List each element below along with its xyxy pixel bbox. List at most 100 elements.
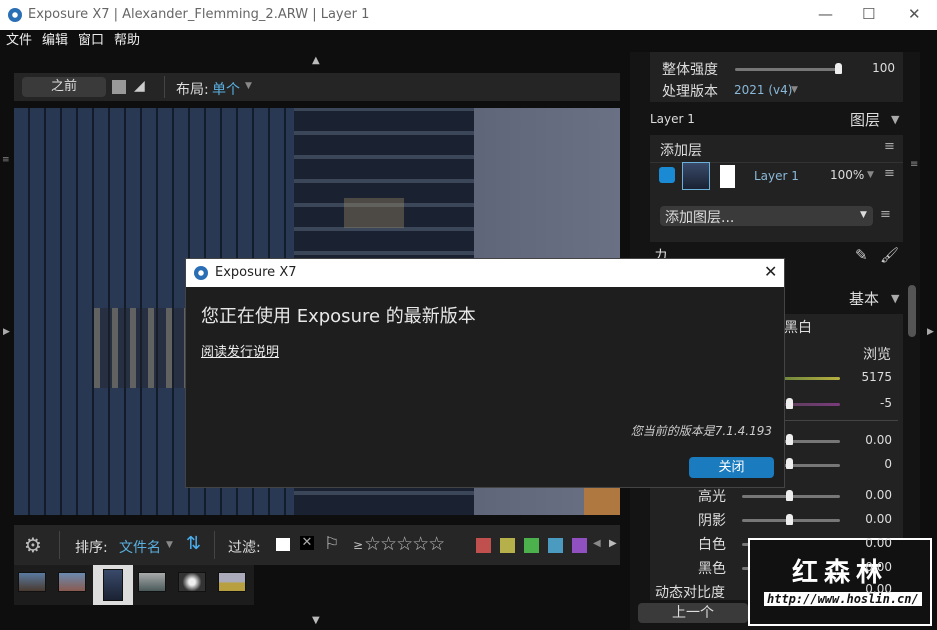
overall-strength-slider[interactable]: [735, 68, 840, 71]
layer-options-icon[interactable]: ≡: [880, 207, 891, 222]
flag-rejected-icon[interactable]: ✕: [300, 536, 314, 550]
flag-picked-icon[interactable]: [276, 538, 290, 551]
chevron-down-icon[interactable]: ▼: [245, 81, 252, 91]
close-window-button[interactable]: ✕: [908, 5, 921, 23]
layout-dropdown[interactable]: 单个: [212, 79, 240, 99]
slider-knob[interactable]: [786, 514, 793, 525]
chevron-down-icon[interactable]: ▼: [867, 170, 874, 180]
panel-handle-icon[interactable]: ≡: [910, 159, 918, 170]
layout-label: 布局:: [176, 82, 209, 98]
layer-visibility-toggle[interactable]: [659, 167, 675, 183]
scroll-right-icon[interactable]: ▶: [609, 538, 617, 549]
watermark-logo: 红森林 http://www.hoslin.cn/: [748, 538, 932, 626]
layers-panel-title[interactable]: 图层: [850, 109, 880, 130]
sort-dropdown[interactable]: 文件名: [119, 537, 161, 557]
maximize-button[interactable]: ☐: [862, 5, 875, 23]
dialog-close-icon[interactable]: ✕: [764, 262, 777, 281]
gear-icon[interactable]: ⚙: [24, 533, 42, 557]
temperature-value: 5175: [861, 370, 892, 384]
chevron-down-icon: ▼: [860, 210, 867, 220]
process-version-dropdown[interactable]: 2021 (v4): [734, 83, 792, 97]
strength-section: 整体强度 100 处理版本 2021 (v4) ▼: [650, 52, 903, 102]
color-filter-yellow[interactable]: [500, 538, 515, 553]
highlights-label: 高光: [698, 489, 726, 505]
color-filter-red[interactable]: [476, 538, 491, 553]
color-filter-blue[interactable]: [548, 538, 563, 553]
collapse-bottom-icon[interactable]: ▼: [312, 615, 320, 626]
menu-bar: 文件 编辑 窗口 帮助: [0, 30, 937, 52]
thumbnail[interactable]: [138, 572, 166, 592]
slider-knob[interactable]: [786, 398, 793, 409]
before-button[interactable]: 之前: [22, 77, 106, 97]
chevron-down-icon[interactable]: ▼: [166, 540, 173, 550]
thumbnail[interactable]: [58, 572, 86, 592]
thumbnail[interactable]: [18, 572, 46, 592]
overall-strength-label: 整体强度: [662, 62, 718, 78]
dialog-headline: 您正在使用 Exposure 的最新版本: [201, 306, 476, 327]
menu-help[interactable]: 帮助: [114, 33, 140, 48]
chevron-down-icon[interactable]: ▼: [891, 292, 899, 305]
slider-knob[interactable]: [786, 490, 793, 501]
cone-view-icon[interactable]: ◢: [134, 78, 145, 94]
bw-label[interactable]: 黑白: [784, 317, 812, 337]
thumbnail-selected[interactable]: [93, 565, 133, 605]
color-filter-green[interactable]: [524, 538, 539, 553]
expand-left-icon[interactable]: ▶: [3, 327, 10, 337]
menu-edit[interactable]: 编辑: [42, 33, 68, 48]
menu-icon[interactable]: ≡: [884, 139, 895, 154]
app-logo-icon: [8, 8, 22, 22]
filter-label: 过滤:: [228, 540, 261, 556]
expand-right-icon[interactable]: ▶: [927, 327, 934, 337]
layer-mask-thumbnail[interactable]: [720, 165, 735, 188]
scrollbar-thumb[interactable]: [908, 285, 916, 337]
contrast-value: 0: [884, 457, 892, 471]
shadows-label: 阴影: [698, 513, 726, 529]
dialog-title: Exposure X7: [215, 265, 297, 280]
layer-name[interactable]: Layer 1: [754, 169, 799, 183]
color-filter-purple[interactable]: [572, 538, 587, 553]
slider-knob[interactable]: [786, 434, 793, 445]
slider-knob[interactable]: [786, 458, 793, 469]
title-bar: Exposure X7 | Alexander_Flemming_2.ARW |…: [0, 0, 937, 30]
minimize-button[interactable]: —: [818, 5, 833, 23]
update-dialog: Exposure X7 ✕ 您正在使用 Exposure 的最新版本 阅读发行说…: [185, 258, 785, 488]
menu-window[interactable]: 窗口: [78, 33, 104, 48]
collapse-top-icon[interactable]: ▲: [312, 55, 320, 66]
chevron-down-icon[interactable]: ▼: [891, 113, 899, 126]
current-layer-name: Layer 1: [650, 112, 695, 126]
dialog-close-button[interactable]: 关闭: [689, 457, 774, 478]
sort-label: 排序:: [75, 540, 108, 556]
healing-bandage-icon[interactable]: ✎: [855, 246, 868, 264]
browse-label[interactable]: 浏览: [863, 344, 891, 364]
layer-menu-icon[interactable]: ≡: [884, 166, 895, 181]
release-notes-link[interactable]: 阅读发行说明: [201, 341, 279, 360]
shadows-value: 0.00: [865, 512, 892, 526]
previous-button[interactable]: 上一个: [638, 603, 748, 623]
process-version-label: 处理版本: [662, 84, 718, 100]
menu-file[interactable]: 文件: [6, 33, 32, 48]
brush-icon[interactable]: 🖌: [880, 246, 899, 264]
app-logo-icon: [194, 266, 208, 280]
left-handle-icon[interactable]: ≡: [2, 155, 10, 165]
window-title: Exposure X7 | Alexander_Flemming_2.ARW |…: [28, 7, 370, 22]
sort-direction-icon[interactable]: ⇅: [186, 533, 201, 554]
rating-prefix: ≥: [353, 538, 364, 552]
basic-panel-title[interactable]: 基本: [849, 288, 879, 309]
whites-label: 白色: [698, 537, 726, 553]
compare-square-icon[interactable]: [112, 80, 126, 94]
highlights-value: 0.00: [865, 488, 892, 502]
star-rating-filter[interactable]: ☆☆☆☆☆: [364, 533, 445, 555]
view-toolbar: 之前 ◢ 布局: 单个 ▼: [14, 73, 620, 101]
blacks-value: 0.00: [865, 560, 892, 574]
scroll-left-icon[interactable]: ◀: [593, 538, 601, 549]
chevron-down-icon[interactable]: ▼: [791, 85, 798, 95]
add-layer-dropdown[interactable]: 添加图层... ▼: [660, 206, 873, 226]
slider-knob[interactable]: [835, 63, 842, 74]
blacks-label: 黑色: [698, 561, 726, 577]
layer-opacity[interactable]: 100%: [830, 168, 864, 182]
flag-unflagged-icon[interactable]: ⚐: [324, 534, 339, 554]
thumbnail[interactable]: [218, 572, 246, 592]
dialog-header: Exposure X7 ✕: [186, 259, 784, 287]
thumbnail[interactable]: [178, 572, 206, 592]
layer-thumbnail[interactable]: [682, 162, 710, 190]
